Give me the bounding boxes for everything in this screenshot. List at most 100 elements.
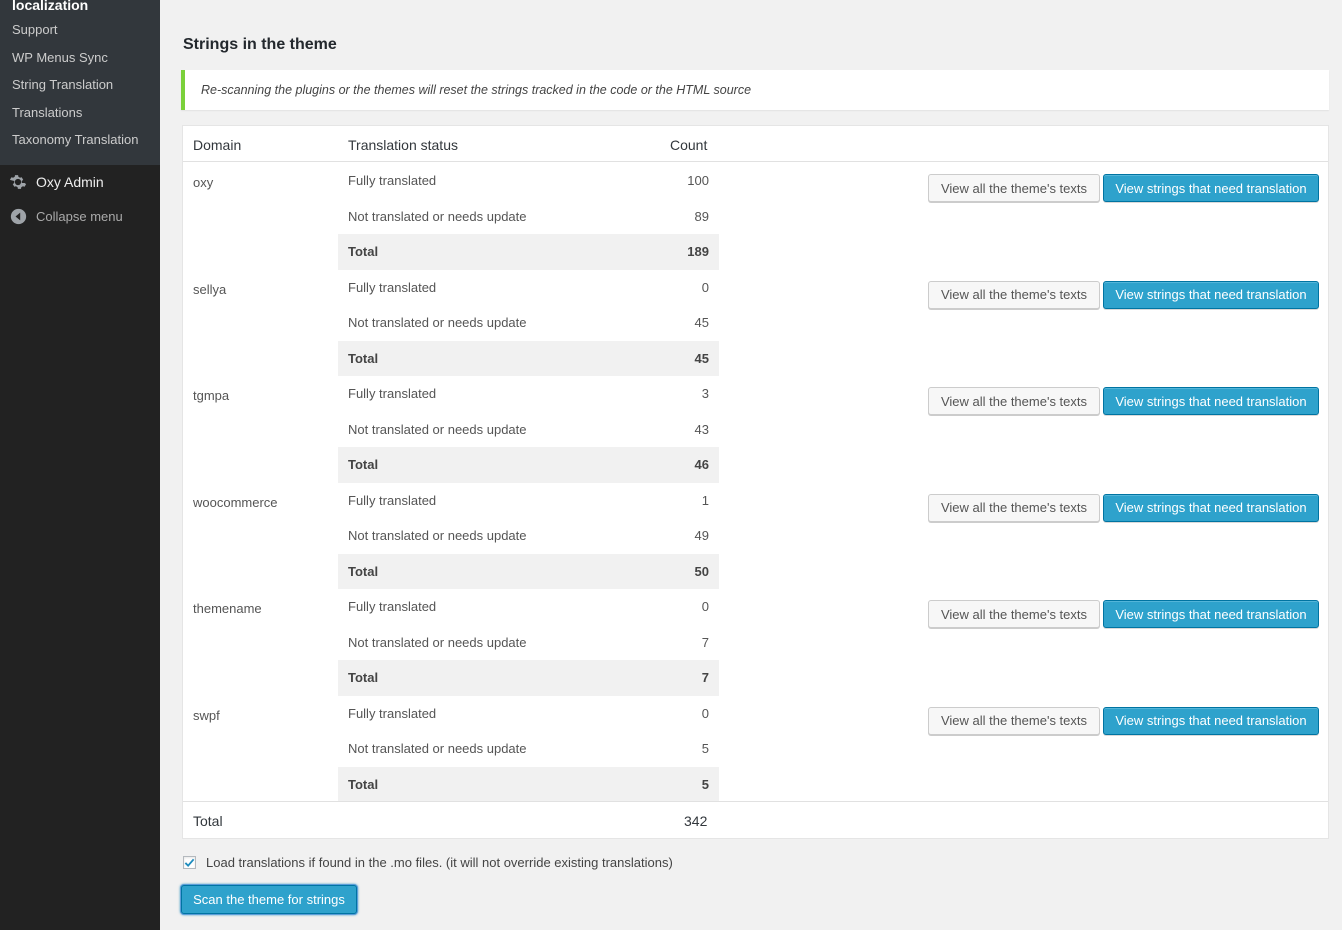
status-row: Fully translated 100 — [338, 163, 719, 199]
status-label: Fully translated — [348, 705, 437, 721]
domain-name: oxy — [193, 175, 214, 190]
column-header-domain: Domain — [193, 137, 242, 153]
load-mo-label: Load translations if found in the .mo fi… — [206, 855, 673, 870]
footer-total-label: Total — [193, 813, 223, 829]
status-count: 3 — [701, 386, 709, 401]
status-count: 189 — [687, 244, 709, 259]
status-row: Not translated or needs update 45 — [338, 305, 719, 341]
view-needs-translation-button[interactable]: View strings that need translation — [1103, 706, 1319, 735]
status-label: Fully translated — [348, 386, 437, 401]
status-count: 49 — [694, 528, 709, 543]
sidebar-item-oxy-admin[interactable]: Oxy Admin — [0, 165, 160, 199]
total-row: Total 46 — [338, 447, 719, 483]
view-needs-translation-button[interactable]: View strings that need translation — [1103, 387, 1319, 415]
status-label: Not translated or needs update — [348, 315, 527, 330]
status-count: 7 — [701, 634, 709, 650]
view-needs-translation-button[interactable]: View strings that need translation — [1103, 493, 1319, 522]
total-row: Total 50 — [338, 553, 719, 589]
view-needs-translation-button[interactable]: View strings that need translation — [1103, 600, 1319, 628]
status-row: Fully translated 3 — [338, 376, 719, 412]
view-all-texts-button[interactable]: View all the theme's texts — [928, 387, 1100, 415]
admin-sidebar: localization Support WP Menus Sync Strin… — [0, 0, 160, 930]
status-count: 0 — [701, 279, 709, 295]
status-row: Fully translated 1 — [338, 483, 719, 519]
status-row: Not translated or needs update 5 — [338, 731, 719, 767]
status-label: Total — [348, 670, 379, 685]
status-count: 89 — [694, 208, 709, 224]
notice-text: Re-scanning the plugins or the themes wi… — [201, 83, 752, 97]
main-content: Strings in the theme Re-scanning the plu… — [160, 0, 1342, 930]
status-label: Fully translated — [348, 279, 437, 295]
view-all-texts-button[interactable]: View all the theme's texts — [928, 493, 1100, 522]
scan-theme-button[interactable]: Scan the theme for strings — [181, 885, 357, 914]
sidebar-item-string-translation[interactable]: String Translation — [0, 71, 160, 99]
status-count: 46 — [694, 457, 709, 472]
column-header-count: Count — [670, 137, 708, 153]
status-count: 0 — [701, 705, 709, 721]
status-count: 45 — [694, 315, 709, 330]
sidebar-item-translations[interactable]: Translations — [0, 99, 160, 127]
collapse-menu-button[interactable]: Collapse menu — [0, 199, 160, 233]
load-mo-option: Load translations if found in the .mo fi… — [183, 855, 673, 870]
status-label: Not translated or needs update — [348, 208, 527, 224]
sidebar-item-wp-menus-sync[interactable]: WP Menus Sync — [0, 44, 160, 72]
collapse-arrow-icon — [8, 206, 28, 226]
status-count: 7 — [701, 670, 709, 685]
footer-total-value: 342 — [684, 813, 708, 829]
status-label: Not translated or needs update — [348, 421, 527, 437]
status-count: 5 — [701, 776, 709, 792]
status-row: Not translated or needs update 7 — [338, 625, 719, 661]
status-label: Total — [348, 244, 379, 259]
status-count: 50 — [694, 563, 709, 579]
view-all-texts-button[interactable]: View all the theme's texts — [928, 280, 1100, 309]
status-label: Total — [348, 563, 379, 579]
checkmark-icon — [184, 858, 195, 868]
status-count: 0 — [701, 599, 709, 614]
status-label: Total — [348, 776, 379, 792]
status-label: Total — [348, 457, 379, 472]
status-row: Not translated or needs update 49 — [338, 518, 719, 554]
view-all-texts-button[interactable]: View all the theme's texts — [928, 706, 1100, 735]
domain-group: woocommerce Fully translated 1 Not translat… — [183, 483, 1328, 589]
sidebar-item-support[interactable]: Support — [0, 16, 160, 44]
load-mo-checkbox[interactable] — [183, 856, 196, 869]
total-row: Total 45 — [338, 340, 719, 376]
sidebar-item-label: Oxy Admin — [36, 174, 104, 190]
page-title: Strings in the theme — [183, 36, 337, 53]
status-label: Not translated or needs update — [348, 634, 527, 650]
view-all-texts-button[interactable]: View all the theme's texts — [928, 174, 1100, 202]
status-label: Total — [348, 350, 379, 366]
sidebar-section-title[interactable]: localization — [0, 0, 160, 16]
info-notice: Re-scanning the plugins or the themes wi… — [181, 70, 1329, 110]
status-label: Not translated or needs update — [348, 528, 527, 543]
table-footer: Total 342 — [183, 801, 1328, 839]
status-label: Fully translated — [348, 599, 437, 614]
view-needs-translation-button[interactable]: View strings that need translation — [1103, 174, 1319, 202]
status-row: Fully translated 0 — [338, 270, 719, 306]
domain-group: sellya Fully translated 0 Not translated or… — [183, 270, 1328, 376]
sidebar-submenu: localization Support WP Menus Sync Strin… — [0, 0, 160, 165]
view-needs-translation-button[interactable]: View strings that need translation — [1103, 280, 1319, 309]
status-count: 43 — [694, 421, 709, 437]
view-all-texts-button[interactable]: View all the theme's texts — [928, 600, 1100, 628]
status-row: Not translated or needs update 89 — [338, 199, 719, 235]
status-row: Not translated or needs update 43 — [338, 412, 719, 448]
status-label: Fully translated — [348, 173, 437, 188]
collapse-menu-label: Collapse menu — [36, 208, 123, 224]
status-count: 1 — [701, 492, 709, 508]
total-row: Total 5 — [338, 766, 719, 802]
gear-icon — [8, 172, 28, 192]
domain-name: swpf — [193, 707, 220, 723]
status-row: Fully translated 0 — [338, 589, 719, 625]
status-row: Fully translated 0 — [338, 696, 719, 732]
sidebar-item-taxonomy-translation[interactable]: Taxonomy Translation — [0, 126, 160, 154]
status-label: Not translated or needs update — [348, 741, 527, 756]
table-header: Domain Translation status Count — [183, 126, 1328, 162]
domain-name: tgmpa — [193, 388, 230, 403]
domain-name: sellya — [193, 281, 227, 297]
strings-table: Domain Translation status Count oxy Fully… — [182, 125, 1329, 839]
column-header-status: Translation status — [348, 137, 458, 153]
total-row: Total 7 — [338, 660, 719, 696]
domain-name: themename — [193, 601, 262, 616]
domain-group: tgmpa Fully translated 3 Not translated or … — [183, 376, 1328, 483]
